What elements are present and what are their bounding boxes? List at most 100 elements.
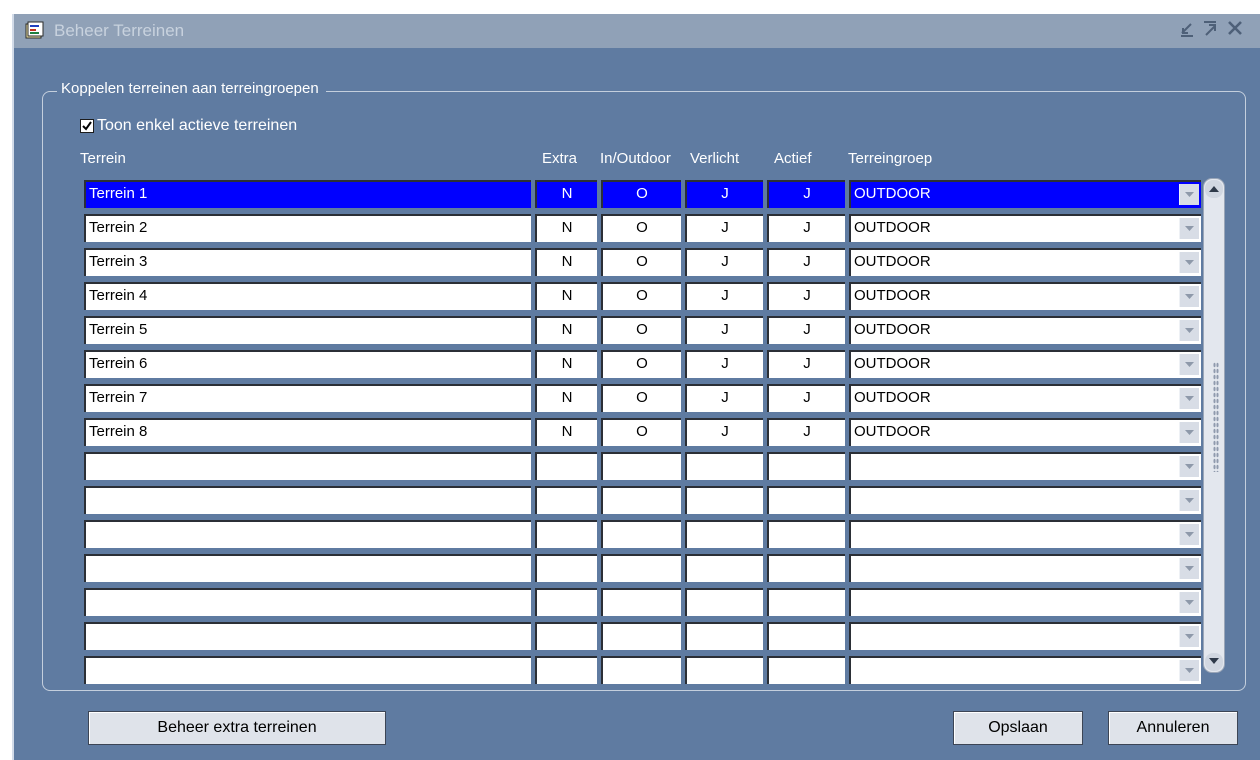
inoutdoor-cell[interactable]: O	[601, 248, 681, 276]
extra-cell[interactable]: N	[535, 350, 597, 378]
verlicht-cell[interactable]	[685, 588, 763, 616]
terrein-cell[interactable]	[84, 486, 531, 514]
extra-cell[interactable]	[535, 588, 597, 616]
extra-cell[interactable]	[535, 520, 597, 548]
table-row[interactable]: Terrein 4 N O J J OUTDOOR	[14, 282, 1214, 312]
chevron-down-icon[interactable]	[1179, 558, 1199, 579]
verlicht-cell[interactable]	[685, 486, 763, 514]
actief-cell[interactable]: J	[767, 316, 845, 344]
scroll-grip[interactable]	[1213, 362, 1219, 472]
inoutdoor-cell[interactable]: O	[601, 180, 681, 208]
actief-cell[interactable]: J	[767, 248, 845, 276]
terrein-cell[interactable]: Terrein 4	[84, 282, 531, 310]
terreingroep-select[interactable]: OUTDOOR	[849, 248, 1201, 276]
inoutdoor-cell[interactable]	[601, 452, 681, 480]
table-row[interactable]: Terrein 2 N O J J OUTDOOR	[14, 214, 1214, 244]
terrein-cell[interactable]: Terrein 3	[84, 248, 531, 276]
table-row[interactable]: Terrein 7 N O J J OUTDOOR	[14, 384, 1214, 414]
maximize-icon[interactable]	[1202, 19, 1218, 42]
inoutdoor-cell[interactable]	[601, 588, 681, 616]
terreingroep-select[interactable]	[849, 622, 1201, 650]
inoutdoor-cell[interactable]	[601, 486, 681, 514]
inoutdoor-cell[interactable]: O	[601, 350, 681, 378]
extra-cell[interactable]: N	[535, 418, 597, 446]
actief-cell[interactable]: J	[767, 418, 845, 446]
extra-cell[interactable]: N	[535, 316, 597, 344]
chevron-down-icon[interactable]	[1179, 320, 1199, 341]
chevron-down-icon[interactable]	[1179, 592, 1199, 613]
table-row[interactable]: Terrein 1 N O J J OUTDOOR	[14, 180, 1214, 210]
terreingroep-select[interactable]: OUTDOOR	[849, 384, 1201, 412]
inoutdoor-cell[interactable]	[601, 656, 681, 684]
table-row[interactable]	[14, 656, 1214, 686]
extra-cell[interactable]	[535, 554, 597, 582]
verlicht-cell[interactable]: J	[685, 180, 763, 208]
verlicht-cell[interactable]: J	[685, 350, 763, 378]
verlicht-cell[interactable]	[685, 622, 763, 650]
scroll-down-icon[interactable]	[1205, 653, 1223, 671]
inoutdoor-cell[interactable]: O	[601, 214, 681, 242]
table-row[interactable]	[14, 554, 1214, 584]
terreingroep-select[interactable]	[849, 520, 1201, 548]
scroll-up-icon[interactable]	[1205, 180, 1223, 198]
active-only-checkbox[interactable]	[80, 119, 94, 133]
chevron-down-icon[interactable]	[1179, 184, 1199, 205]
active-only-filter[interactable]: Toon enkel actieve terreinen	[80, 117, 297, 135]
terrein-cell[interactable]: Terrein 8	[84, 418, 531, 446]
actief-cell[interactable]: J	[767, 384, 845, 412]
table-row[interactable]: Terrein 6 N O J J OUTDOOR	[14, 350, 1214, 380]
actief-cell[interactable]	[767, 520, 845, 548]
terrein-cell[interactable]	[84, 588, 531, 616]
terrein-cell[interactable]: Terrein 5	[84, 316, 531, 344]
extra-cell[interactable]: N	[535, 214, 597, 242]
extra-cell[interactable]	[535, 622, 597, 650]
extra-cell[interactable]: N	[535, 180, 597, 208]
table-row[interactable]	[14, 486, 1214, 516]
extra-cell[interactable]: N	[535, 282, 597, 310]
table-row[interactable]	[14, 520, 1214, 550]
terrein-cell[interactable]	[84, 554, 531, 582]
verlicht-cell[interactable]	[685, 656, 763, 684]
terreingroep-select[interactable]: OUTDOOR	[849, 214, 1201, 242]
terrein-cell[interactable]	[84, 656, 531, 684]
actief-cell[interactable]: J	[767, 214, 845, 242]
extra-cell[interactable]	[535, 452, 597, 480]
terrein-cell[interactable]: Terrein 1	[84, 180, 531, 208]
inoutdoor-cell[interactable]	[601, 520, 681, 548]
terreingroep-select[interactable]	[849, 656, 1201, 684]
actief-cell[interactable]	[767, 554, 845, 582]
chevron-down-icon[interactable]	[1179, 626, 1199, 647]
verlicht-cell[interactable]: J	[685, 418, 763, 446]
vertical-scrollbar[interactable]	[1203, 178, 1225, 673]
inoutdoor-cell[interactable]: O	[601, 418, 681, 446]
terreingroep-select[interactable]: OUTDOOR	[849, 350, 1201, 378]
terrein-cell[interactable]	[84, 452, 531, 480]
save-button[interactable]: Opslaan	[953, 711, 1083, 745]
chevron-down-icon[interactable]	[1179, 660, 1199, 681]
terrein-cell[interactable]	[84, 520, 531, 548]
chevron-down-icon[interactable]	[1179, 456, 1199, 477]
actief-cell[interactable]	[767, 622, 845, 650]
terreingroep-select[interactable]	[849, 486, 1201, 514]
extra-cell[interactable]	[535, 486, 597, 514]
terreingroep-select[interactable]	[849, 588, 1201, 616]
verlicht-cell[interactable]: J	[685, 282, 763, 310]
inoutdoor-cell[interactable]: O	[601, 282, 681, 310]
inoutdoor-cell[interactable]: O	[601, 384, 681, 412]
actief-cell[interactable]: J	[767, 282, 845, 310]
actief-cell[interactable]: J	[767, 350, 845, 378]
chevron-down-icon[interactable]	[1179, 252, 1199, 273]
table-row[interactable]: Terrein 3 N O J J OUTDOOR	[14, 248, 1214, 278]
table-row[interactable]	[14, 588, 1214, 618]
terreingroep-select[interactable]	[849, 452, 1201, 480]
verlicht-cell[interactable]: J	[685, 248, 763, 276]
verlicht-cell[interactable]: J	[685, 214, 763, 242]
verlicht-cell[interactable]: J	[685, 384, 763, 412]
verlicht-cell[interactable]	[685, 520, 763, 548]
terreingroep-select[interactable]: OUTDOOR	[849, 316, 1201, 344]
terrein-cell[interactable]: Terrein 2	[84, 214, 531, 242]
chevron-down-icon[interactable]	[1179, 422, 1199, 443]
terrein-cell[interactable]: Terrein 6	[84, 350, 531, 378]
actief-cell[interactable]	[767, 486, 845, 514]
extra-cell[interactable]: N	[535, 248, 597, 276]
